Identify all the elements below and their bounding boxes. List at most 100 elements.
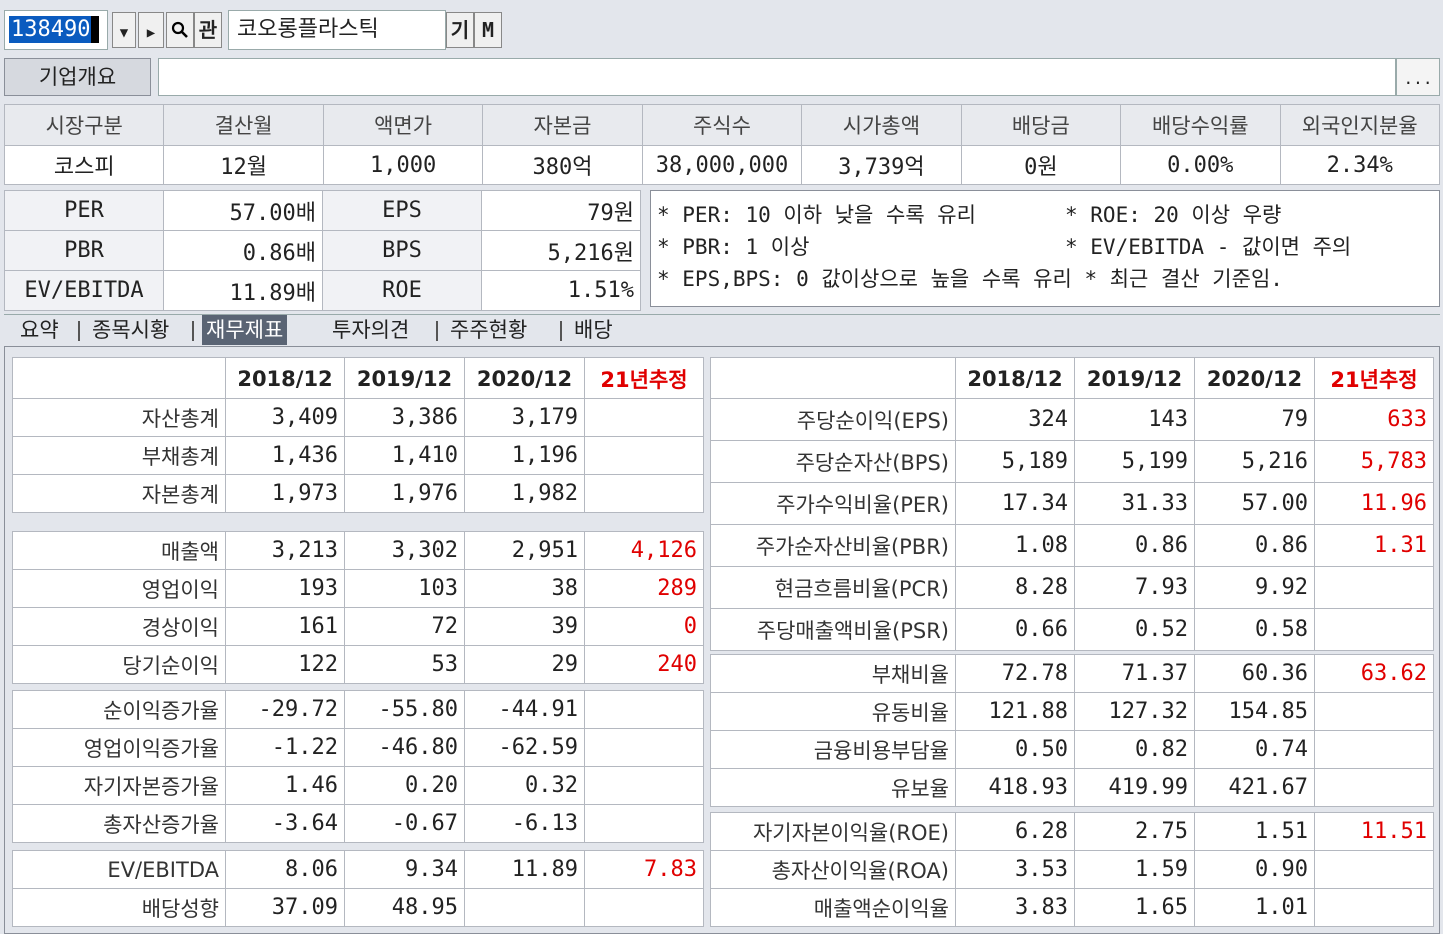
row-label: 당기순이익	[12, 645, 226, 684]
row-label: 부채비율	[710, 654, 956, 693]
fin-row: 주당매출액비율(PSR) 0.66 0.52 0.58	[710, 608, 1434, 651]
valuation-table: PER 57.00배 EPS 79원 PBR 0.86배 BPS 5,216원 …	[4, 190, 641, 311]
watchlist-button[interactable]: 관	[194, 12, 222, 48]
company-name-field[interactable]: 코오롱플라스틱	[228, 10, 446, 50]
note-roe: * ROE: 20 이상 우량	[1065, 203, 1282, 227]
tab-dividend[interactable]: 배당	[570, 315, 617, 345]
value-cell: 0.20	[344, 766, 465, 805]
value-cell	[464, 888, 585, 927]
value-cell: 2.75	[1074, 812, 1195, 851]
value-cell: 0.86	[1074, 524, 1195, 567]
estimate-cell: 289	[584, 569, 704, 608]
memo-button[interactable]: M	[474, 12, 502, 48]
value-cell: 0.50	[955, 730, 1075, 769]
fin-row: 자본총계 1,973 1,976 1,982	[12, 474, 704, 513]
market-header: 액면가	[322, 104, 484, 146]
value-cell: 0.82	[1074, 730, 1195, 769]
left-header-table: 2018/12 2019/12 2020/12 21년추정	[12, 357, 704, 400]
valuation-value: 1.51%	[481, 270, 641, 311]
row-label: 현금흐름비율(PCR)	[710, 566, 956, 609]
estimate-cell: 240	[584, 645, 704, 684]
market-header: 시가총액	[801, 104, 962, 146]
value-cell: 143	[1074, 398, 1195, 441]
value-cell: 0.90	[1194, 850, 1315, 889]
tab-summary[interactable]: 요약	[16, 315, 63, 345]
note-per: * PER: 10 이하 낮을 수록 유리	[657, 203, 976, 227]
value-cell: 60.36	[1194, 654, 1315, 693]
stability-table: 부채비율 72.78 71.37 60.36 63.62 유동비율 121.88 127.32…	[710, 654, 1434, 807]
value-cell: -62.59	[464, 728, 585, 767]
value-cell: 39	[464, 607, 585, 646]
income-table: 매출액 3,213 3,302 2,951 4,126 영업이익 193 103 38 289 경상…	[12, 531, 704, 684]
estimate-cell	[584, 436, 704, 475]
fin-row: 유동비율 121.88 127.32 154.85	[710, 692, 1434, 731]
market-value: 코스피	[3, 145, 165, 185]
year-header: 2018/12	[955, 357, 1075, 400]
value-cell: -0.67	[344, 804, 465, 843]
fin-row: 자기자본이익율(ROE) 6.28 2.75 1.51 11.51	[710, 812, 1434, 851]
estimate-cell: 11.96	[1314, 482, 1434, 525]
profitability-table: 자기자본이익율(ROE) 6.28 2.75 1.51 11.51 총자산이익율(ROA)…	[710, 812, 1434, 927]
info-button[interactable]: 기	[446, 12, 474, 48]
value-cell: 3,302	[344, 531, 465, 570]
stock-code-input[interactable]: 138490	[4, 10, 108, 50]
market-value-row: 코스피 12월 1,000 380억 38,000,000 3,739억 0원 …	[3, 145, 1440, 185]
value-cell: 193	[225, 569, 345, 608]
value-cell: 79	[1194, 398, 1315, 441]
valuation-label: BPS	[322, 230, 482, 271]
company-overview-field[interactable]	[158, 58, 1396, 96]
valuation-label: PBR	[4, 230, 164, 271]
value-cell: -55.80	[344, 690, 465, 729]
chevron-down-icon: ▼	[119, 25, 129, 41]
growth-table: 순이익증가율 -29.72 -55.80 -44.91 영업이익증가율 -1.22 -46.…	[12, 690, 704, 843]
estimate-cell	[1314, 730, 1434, 769]
row-label: 총자산이익율(ROA)	[710, 850, 956, 889]
company-overview-button[interactable]: 기업개요	[4, 58, 151, 96]
fin-row: 영업이익증가율 -1.22 -46.80 -62.59	[12, 728, 704, 767]
year-header: 2018/12	[225, 357, 345, 400]
fin-row: 총자산증가율 -3.64 -0.67 -6.13	[12, 804, 704, 843]
next-button[interactable]: ▶	[138, 12, 164, 48]
market-value: 0원	[960, 145, 1122, 185]
value-cell: 1,982	[464, 474, 585, 513]
fin-row: 금융비용부담율 0.50 0.82 0.74	[710, 730, 1434, 769]
code-dropdown-button[interactable]: ▼	[112, 12, 136, 48]
left-header-row: 2018/12 2019/12 2020/12 21년추정	[12, 357, 704, 400]
market-value: 0.00%	[1120, 145, 1281, 185]
valuation-row: PBR 0.86배 BPS 5,216원	[4, 230, 641, 271]
fin-row: 매출액순이익율 3.83 1.65 1.01	[710, 888, 1434, 927]
tab-market-news[interactable]: 종목시황	[88, 315, 173, 345]
row-label: 주당순자산(BPS)	[710, 440, 956, 483]
value-cell: 121.88	[955, 692, 1075, 731]
row-label: 주당매출액비율(PSR)	[710, 608, 956, 651]
note-ev-ebitda: * EV/EBITDA - 값이면 주의	[1065, 235, 1352, 259]
value-cell: 122	[225, 645, 345, 684]
estimate-cell: 4,126	[584, 531, 704, 570]
value-cell: 72	[344, 607, 465, 646]
play-right-icon: ▶	[146, 25, 156, 41]
magnifier-icon	[171, 21, 188, 38]
value-cell: 53	[344, 645, 465, 684]
fin-row: 현금흐름비율(PCR) 8.28 7.93 9.92	[710, 566, 1434, 609]
value-cell: 17.34	[955, 482, 1075, 525]
tab-shareholders[interactable]: 주주현황	[446, 315, 531, 345]
value-cell: -46.80	[344, 728, 465, 767]
search-button[interactable]	[166, 12, 194, 48]
value-cell: 1.51	[1194, 812, 1315, 851]
value-cell: 1.08	[955, 524, 1075, 567]
value-cell: 72.78	[955, 654, 1075, 693]
row-label: 자산총계	[12, 398, 226, 437]
value-cell: -1.22	[225, 728, 345, 767]
tab-investment-opinion[interactable]: 투자의견	[328, 315, 413, 345]
tab-financials[interactable]: 재무제표	[202, 315, 288, 345]
more-button[interactable]: ...	[1396, 58, 1440, 96]
year-header: 2019/12	[1074, 357, 1195, 400]
row-label: 자본총계	[12, 474, 226, 513]
row-label: 매출액	[12, 531, 226, 570]
row-label: 주가순자산비율(PBR)	[710, 524, 956, 567]
value-cell: 5,199	[1074, 440, 1195, 483]
value-cell: 3.83	[955, 888, 1075, 927]
fin-row: 부채비율 72.78 71.37 60.36 63.62	[710, 654, 1434, 693]
estimate-cell	[584, 728, 704, 767]
balance-sheet-table: 자산총계 3,409 3,386 3,179 부채총계 1,436 1,410 1,196 자본…	[12, 398, 704, 513]
